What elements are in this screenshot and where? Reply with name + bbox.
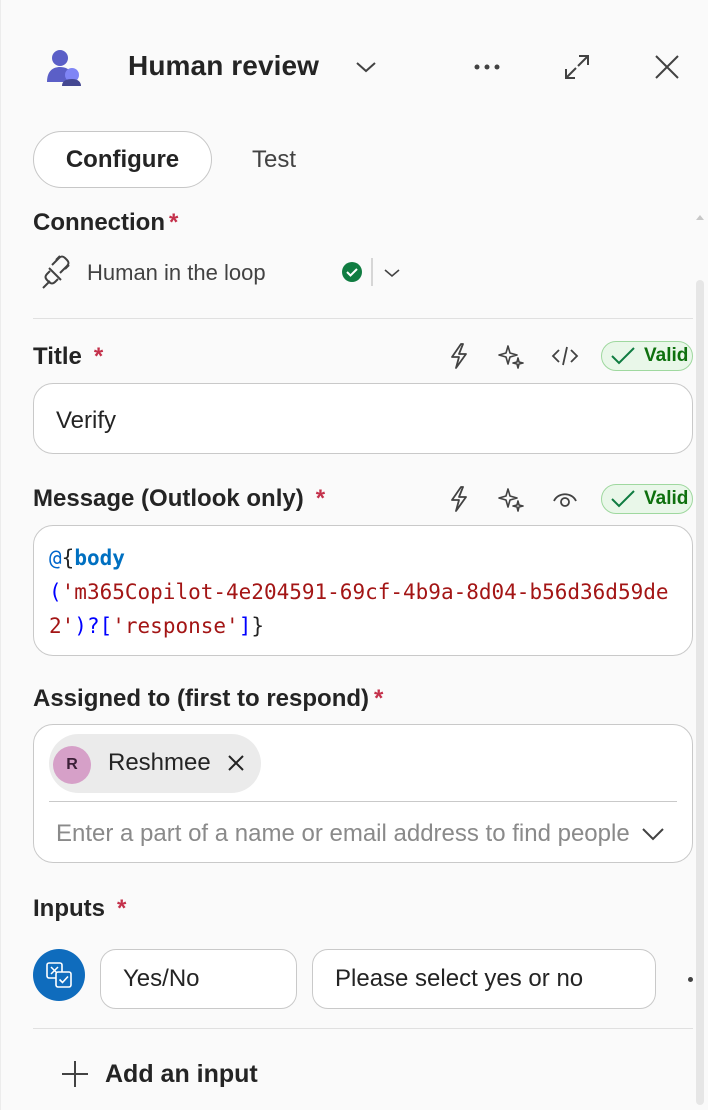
section-divider: [33, 1028, 693, 1029]
add-input-button[interactable]: Add an input: [59, 1055, 258, 1093]
chevron-down-icon: [356, 62, 376, 73]
avatar: R: [53, 746, 91, 784]
assigned-to-picker[interactable]: R Reshmee: [33, 724, 693, 863]
close-icon: [228, 755, 244, 771]
lightning-icon: [451, 486, 467, 512]
assigned-label: Assigned to (first to respond) *: [33, 685, 384, 712]
message-field-actions: [444, 484, 580, 514]
sparkle-icon: [498, 488, 524, 512]
copilot-button[interactable]: [496, 341, 526, 371]
copilot-button[interactable]: [496, 484, 526, 514]
inputs-label: Inputs *: [33, 895, 127, 922]
people-search-input[interactable]: [56, 817, 630, 851]
expand-icon: [565, 55, 589, 79]
tab-configure[interactable]: Configure: [33, 131, 212, 188]
scrollbar-thumb[interactable]: [696, 280, 704, 1105]
chevron-down-icon: [384, 269, 400, 278]
plug-icon: [42, 255, 70, 289]
picker-divider: [49, 801, 677, 802]
title-input[interactable]: Verify: [33, 383, 693, 454]
connection-label: Connection *: [33, 209, 179, 236]
preview-button[interactable]: [550, 484, 580, 514]
connection-name: Human in the loop: [87, 260, 266, 285]
close-icon: [655, 55, 679, 79]
assignee-name: Reshmee: [108, 749, 211, 776]
check-icon: [611, 347, 635, 365]
remove-assignee-button[interactable]: [223, 750, 249, 776]
dynamic-content-button[interactable]: [444, 341, 474, 371]
yes-no-icon: [46, 962, 72, 988]
message-expression: @{body ('m365Copilot-4e204591-69cf-4b9a-…: [49, 546, 669, 638]
plus-icon: [62, 1061, 88, 1087]
yes-no-input-icon: [33, 949, 85, 1001]
close-button[interactable]: [649, 50, 685, 84]
title-valid-badge: Valid: [601, 341, 693, 371]
chevron-down-icon: [642, 828, 664, 841]
title-dropdown-button[interactable]: [351, 52, 381, 82]
check-circle-icon: [342, 262, 362, 282]
lightning-icon: [451, 343, 467, 369]
expand-button[interactable]: [559, 50, 595, 84]
dynamic-content-button[interactable]: [444, 484, 474, 514]
message-valid-badge: Valid: [601, 484, 693, 514]
eye-icon: [553, 493, 577, 507]
check-icon: [611, 490, 635, 508]
title-value: Verify: [56, 407, 117, 434]
scroll-up-arrow[interactable]: [695, 212, 705, 222]
panel-header: Human review: [1, 0, 708, 130]
panel-title: Human review: [128, 50, 320, 81]
input-prompt-field[interactable]: Please select yes or no: [312, 949, 656, 1009]
input-type-field[interactable]: Yes/No: [100, 949, 297, 1009]
input-more-button[interactable]: [688, 977, 693, 982]
message-label: Message (Outlook only) *: [33, 485, 326, 512]
message-input[interactable]: @{body ('m365Copilot-4e204591-69cf-4b9a-…: [33, 525, 693, 656]
more-horizontal-icon: [474, 64, 500, 70]
sparkle-icon: [498, 345, 524, 369]
expression-editor-button[interactable]: [550, 341, 580, 371]
action-panel: Human review Configure Test Connection * …: [0, 0, 708, 1110]
more-options-button[interactable]: [469, 52, 505, 82]
people-dropdown-button[interactable]: [638, 819, 668, 849]
assignee-chip: R Reshmee: [49, 734, 261, 793]
tab-test[interactable]: Test: [231, 131, 317, 188]
people-icon: [47, 50, 81, 86]
connection-selector[interactable]: Human in the loop: [33, 248, 673, 300]
title-field-actions: [444, 341, 580, 371]
code-icon: [551, 346, 579, 366]
section-divider: [33, 318, 693, 319]
title-label: Title *: [33, 343, 104, 370]
connection-dropdown-button[interactable]: [379, 260, 405, 286]
connection-separator: [371, 258, 373, 286]
